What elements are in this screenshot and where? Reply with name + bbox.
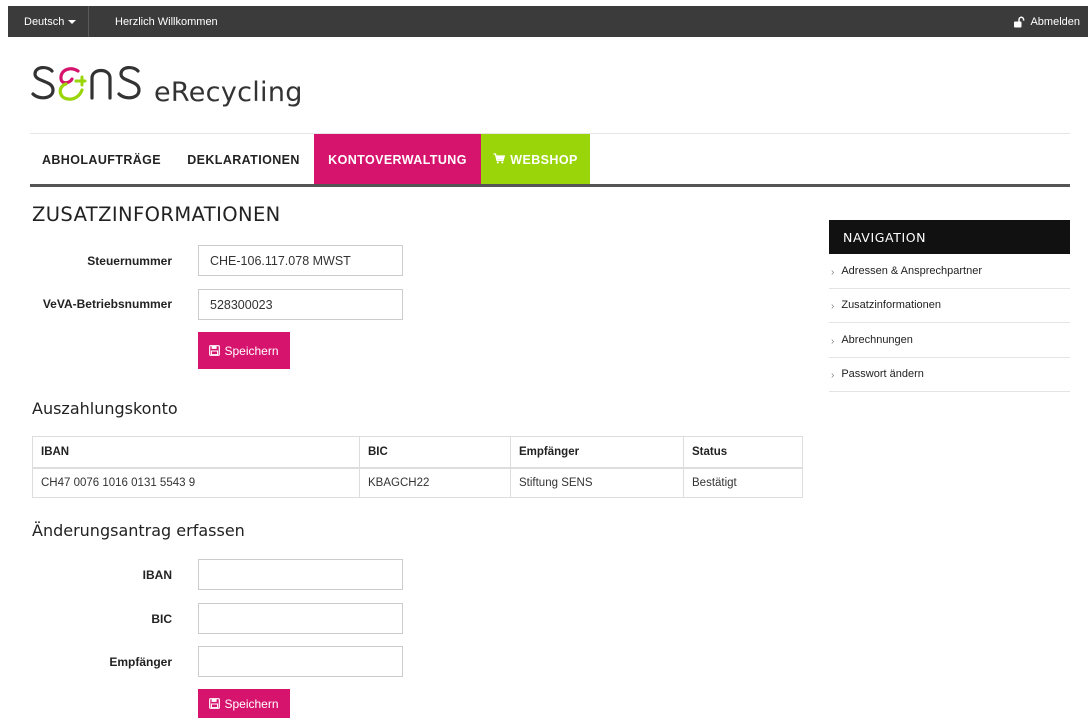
logout-link[interactable]: Abmelden [1013,6,1080,37]
sens-logo-mark [31,66,141,101]
language-label: Deutsch [24,15,65,28]
sidenav-item-label: Abrechnungen [841,333,913,346]
bic-label: BIC [151,612,172,626]
save-button-label: Speichern [224,343,279,358]
steuernummer-label: Steuernummer [87,254,172,268]
column-header-empfaenger: Empfänger [510,436,684,469]
tab-deklarationen[interactable]: DEKLARATIONEN [173,134,314,185]
tab-kontoverwaltung[interactable]: KONTOVERWALTUNG [314,134,481,185]
chevron-right-icon: › [831,301,835,313]
veva-label: VeVA-Betriebsnummer [42,297,172,311]
bic-field[interactable] [198,603,403,634]
unlock-icon [1013,16,1025,28]
tab-label: WEBSHOP [510,152,578,167]
page-title: ZUSATZINFORMATIONEN [32,203,281,226]
sidenav-item-zusatzinformationen[interactable]: › Zusatzinformationen [829,289,1070,323]
table-cell-iban: CH47 0076 1016 0131 5543 9 [32,467,360,498]
cart-icon [493,152,506,167]
floppy-disk-icon [209,345,221,356]
column-header-status: Status [683,436,803,469]
floppy-disk-icon [209,698,221,709]
tab-abholauftraege[interactable]: ABHOLAUFTRÄGE [30,134,173,185]
sidenav-item-label: Adressen & Ansprechpartner [841,264,982,277]
table-cell-status: Bestätigt [683,467,803,498]
empfaenger-field[interactable] [198,646,403,677]
auszahlungskonto-table: IBAN BIC Empfänger Status CH47 0076 1016… [32,436,803,498]
save-button-label: Speichern [224,696,279,711]
steuernummer-field[interactable]: CHE-106.117.078 MWST [198,245,403,276]
tab-label: KONTOVERWALTUNG [328,152,467,167]
sidenav-item-label: Zusatzinformationen [841,299,942,312]
tab-label: DEKLARATIONEN [187,152,300,167]
chevron-right-icon: › [831,266,835,278]
aenderungsantrag-heading: Änderungsantrag erfassen [32,521,245,540]
table-cell-bic: KBAGCH22 [359,467,511,498]
column-header-iban: IBAN [32,436,360,469]
veva-field[interactable]: 528300023 [198,289,403,320]
chevron-right-icon: › [831,335,835,347]
tab-label: ABHOLAUFTRÄGE [41,152,162,167]
column-header-bic: BIC [359,436,511,469]
top-bar: Deutsch Herzlich Willkommen Abmelden [8,6,1088,37]
iban-field[interactable] [198,559,403,590]
main-navigation: ABHOLAUFTRÄGE DEKLARATIONEN KONTOVERWALT… [30,133,1070,187]
side-navigation-heading: NAVIGATION [829,220,1070,254]
save-button[interactable]: Speichern [198,332,290,369]
sidenav-item-abrechnungen[interactable]: › Abrechnungen [829,323,1070,358]
table-header-row: IBAN BIC Empfänger Status [32,436,803,469]
table-cell-empfaenger: Stiftung SENS [510,467,684,498]
logo[interactable]: eRecycling [30,52,303,112]
empfaenger-label: Empfänger [109,655,172,669]
tab-webshop[interactable]: WEBSHOP [481,134,590,185]
sidenav-item-passwort[interactable]: › Passwort ändern [829,358,1070,392]
welcome-text: Herzlich Willkommen [115,15,218,28]
logo-subtitle: eRecycling [154,77,303,108]
caret-down-icon [68,20,77,24]
logout-label: Abmelden [1030,15,1080,28]
table-row: CH47 0076 1016 0131 5543 9 KBAGCH22 Stif… [32,467,803,498]
sidenav-item-adressen[interactable]: › Adressen & Ansprechpartner [829,254,1070,289]
sidenav-item-label: Passwort ändern [841,368,924,381]
side-navigation: NAVIGATION › Adressen & Ansprechpartner … [829,220,1070,392]
submit-change-button[interactable]: Speichern [198,689,290,718]
iban-label: IBAN [142,568,172,582]
auszahlungskonto-heading: Auszahlungskonto [32,399,178,418]
nav-underline [30,184,1070,187]
language-selector[interactable]: Deutsch [8,6,90,37]
chevron-right-icon: › [831,370,835,382]
